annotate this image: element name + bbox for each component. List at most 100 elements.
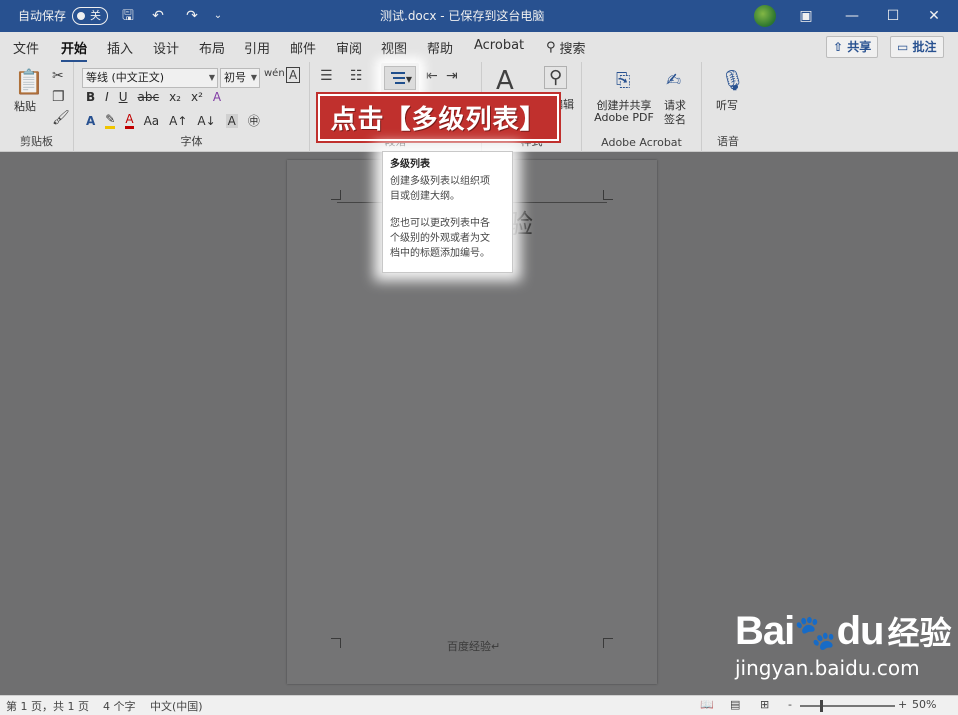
tab-insert[interactable]: 插入	[107, 38, 133, 57]
callout-text: 点击【多级列表】	[330, 105, 547, 135]
zoom-slider-thumb[interactable]	[820, 700, 823, 712]
watermark-url: jingyan.baidu.com	[735, 656, 920, 680]
change-case-button[interactable]: Aa	[144, 114, 160, 128]
italic-button[interactable]: I	[105, 90, 109, 104]
tab-review[interactable]: 审阅	[336, 38, 362, 57]
ribbon-display-options-icon[interactable]: ▣	[796, 0, 816, 32]
tab-help[interactable]: 帮助	[427, 38, 453, 57]
strikethrough-button[interactable]: abc	[138, 90, 160, 104]
clear-formatting-icon[interactable]: A	[213, 90, 221, 104]
user-avatar[interactable]	[754, 5, 776, 27]
save-icon[interactable]: 🖫	[118, 0, 138, 32]
footer-text: 百度经验↵	[447, 640, 501, 653]
comments-label: 批注	[912, 40, 937, 54]
font-name-select[interactable]: 等线 (中文正文) ▼	[82, 68, 218, 88]
minimize-button[interactable]: —	[833, 0, 871, 32]
multilevel-list-icon	[391, 72, 407, 87]
margin-corner	[331, 638, 341, 648]
tell-me-search[interactable]: ⚲ 搜索	[546, 38, 586, 57]
microphone-icon[interactable]: 🎙	[720, 68, 745, 92]
tooltip-line: 您也可以更改列表中各	[390, 218, 490, 229]
cut-icon[interactable]: ✂	[52, 68, 64, 84]
zoom-level[interactable]: 50%	[912, 698, 936, 711]
language-indicator[interactable]: 中文(中国)	[150, 698, 203, 714]
dictate-label[interactable]: 听写	[716, 97, 738, 113]
margin-corner	[603, 638, 613, 648]
tab-file[interactable]: 文件	[13, 38, 39, 57]
paw-icon: 🐾	[794, 613, 837, 653]
numbering-icon[interactable]: ☷	[350, 68, 363, 84]
margin-corner	[603, 190, 613, 200]
tab-mailings[interactable]: 邮件	[290, 38, 316, 57]
share-button[interactable]: ⇧ 共享	[826, 36, 879, 58]
character-shading-icon[interactable]: A	[225, 113, 238, 128]
baidu-watermark: Bai🐾du 经验 jingyan.baidu.com	[735, 608, 951, 680]
copy-icon[interactable]: ❐	[52, 89, 65, 105]
grow-font-icon[interactable]: A↑	[169, 114, 187, 128]
tooltip-line: 创建多级列表以组织项	[390, 176, 490, 187]
comments-button[interactable]: ▭ 批注	[890, 36, 944, 58]
ribbon-tabs: 文件 开始 插入 设计 布局 引用 邮件 审阅 视图 帮助 Acrobat ⚲ …	[0, 32, 958, 63]
multilevel-list-button-face: ▼	[384, 66, 416, 90]
tooltip-line: 档中的标题添加编号。	[390, 248, 490, 259]
multilevel-list-button[interactable]: ▼	[381, 63, 419, 93]
close-button[interactable]: ✕	[915, 0, 953, 32]
zoom-out-button[interactable]: -	[788, 698, 792, 711]
font-color-icon[interactable]: A	[125, 112, 134, 129]
tooltip-title: 多级列表	[390, 159, 430, 170]
decrease-indent-icon[interactable]: ⇤	[426, 68, 438, 84]
color-row: A ✎ A Aa A↑ A↓ A ㊥	[86, 112, 260, 129]
request-signature-icon[interactable]: ✍	[666, 70, 681, 91]
page-count[interactable]: 第 1 页，共 1 页	[6, 698, 89, 714]
tab-view[interactable]: 视图	[381, 38, 407, 57]
create-pdf-icon[interactable]: ⎘	[616, 70, 630, 91]
shrink-font-icon[interactable]: A↓	[197, 114, 215, 128]
highlight-icon[interactable]: ✎	[105, 112, 116, 129]
web-layout-icon[interactable]: ⊞	[760, 698, 769, 711]
toggle-knob	[77, 12, 85, 20]
adobe-pdf-label[interactable]: Adobe PDF	[592, 111, 656, 124]
tooltip-line: 个级别的外观或者为文	[390, 233, 490, 244]
read-mode-icon[interactable]: 📖	[700, 698, 714, 711]
tab-layout[interactable]: 布局	[199, 38, 225, 57]
paste-icon[interactable]: 📋	[14, 68, 44, 96]
font-size-select[interactable]: 初号 ▼	[220, 68, 260, 88]
search-icon: ⚲	[546, 40, 556, 55]
sign-label[interactable]: 签名	[664, 111, 686, 127]
underline-button[interactable]: U	[119, 90, 128, 104]
find-icon[interactable]: ⚲	[544, 66, 568, 89]
multilevel-list-tooltip: 多级列表 创建多级列表以组织项 目或创建大纲。 您也可以更改列表中各 个级别的外…	[382, 151, 513, 273]
redo-icon[interactable]: ↷	[182, 0, 202, 32]
tooltip-line: 目或创建大纲。	[390, 191, 460, 202]
customize-quick-access-icon[interactable]: ⌄	[208, 0, 228, 32]
acrobat-group-label: Adobe Acrobat	[601, 136, 682, 149]
text-effects-icon[interactable]: A	[86, 114, 95, 128]
share-label: 共享	[847, 40, 872, 54]
tab-references[interactable]: 引用	[244, 38, 270, 57]
superscript-button[interactable]: x²	[191, 90, 203, 104]
chevron-down-icon: ▼	[405, 75, 412, 84]
character-border-icon[interactable]: A	[286, 67, 301, 83]
search-label: 搜索	[559, 42, 586, 57]
autosave-toggle-state: 关	[90, 9, 101, 22]
tab-home[interactable]: 开始	[61, 38, 88, 63]
maximize-button[interactable]: ☐	[874, 0, 912, 32]
paste-button-label[interactable]: 粘贴	[14, 98, 36, 114]
print-layout-icon[interactable]: ▤	[730, 698, 740, 711]
format-painter-icon[interactable]: 🖌	[52, 110, 70, 126]
tab-design[interactable]: 设计	[153, 38, 179, 57]
styles-icon[interactable]: A	[496, 66, 514, 96]
font-group-label: 字体	[180, 135, 203, 148]
subscript-button[interactable]: x₂	[169, 90, 181, 104]
autosave-toggle[interactable]: 关	[72, 7, 108, 25]
bold-button[interactable]: B	[86, 90, 95, 104]
zoom-slider[interactable]	[800, 705, 895, 707]
undo-icon[interactable]: ↶	[148, 0, 168, 32]
increase-indent-icon[interactable]: ⇥	[446, 68, 458, 84]
phonetic-guide-icon[interactable]: wén	[264, 68, 285, 79]
tab-acrobat[interactable]: Acrobat	[474, 38, 524, 53]
zoom-in-button[interactable]: +	[898, 698, 907, 711]
enclose-characters-icon[interactable]: ㊥	[248, 112, 260, 129]
word-count[interactable]: 4 个字	[103, 698, 136, 714]
bullets-icon[interactable]: ☰	[320, 68, 333, 84]
